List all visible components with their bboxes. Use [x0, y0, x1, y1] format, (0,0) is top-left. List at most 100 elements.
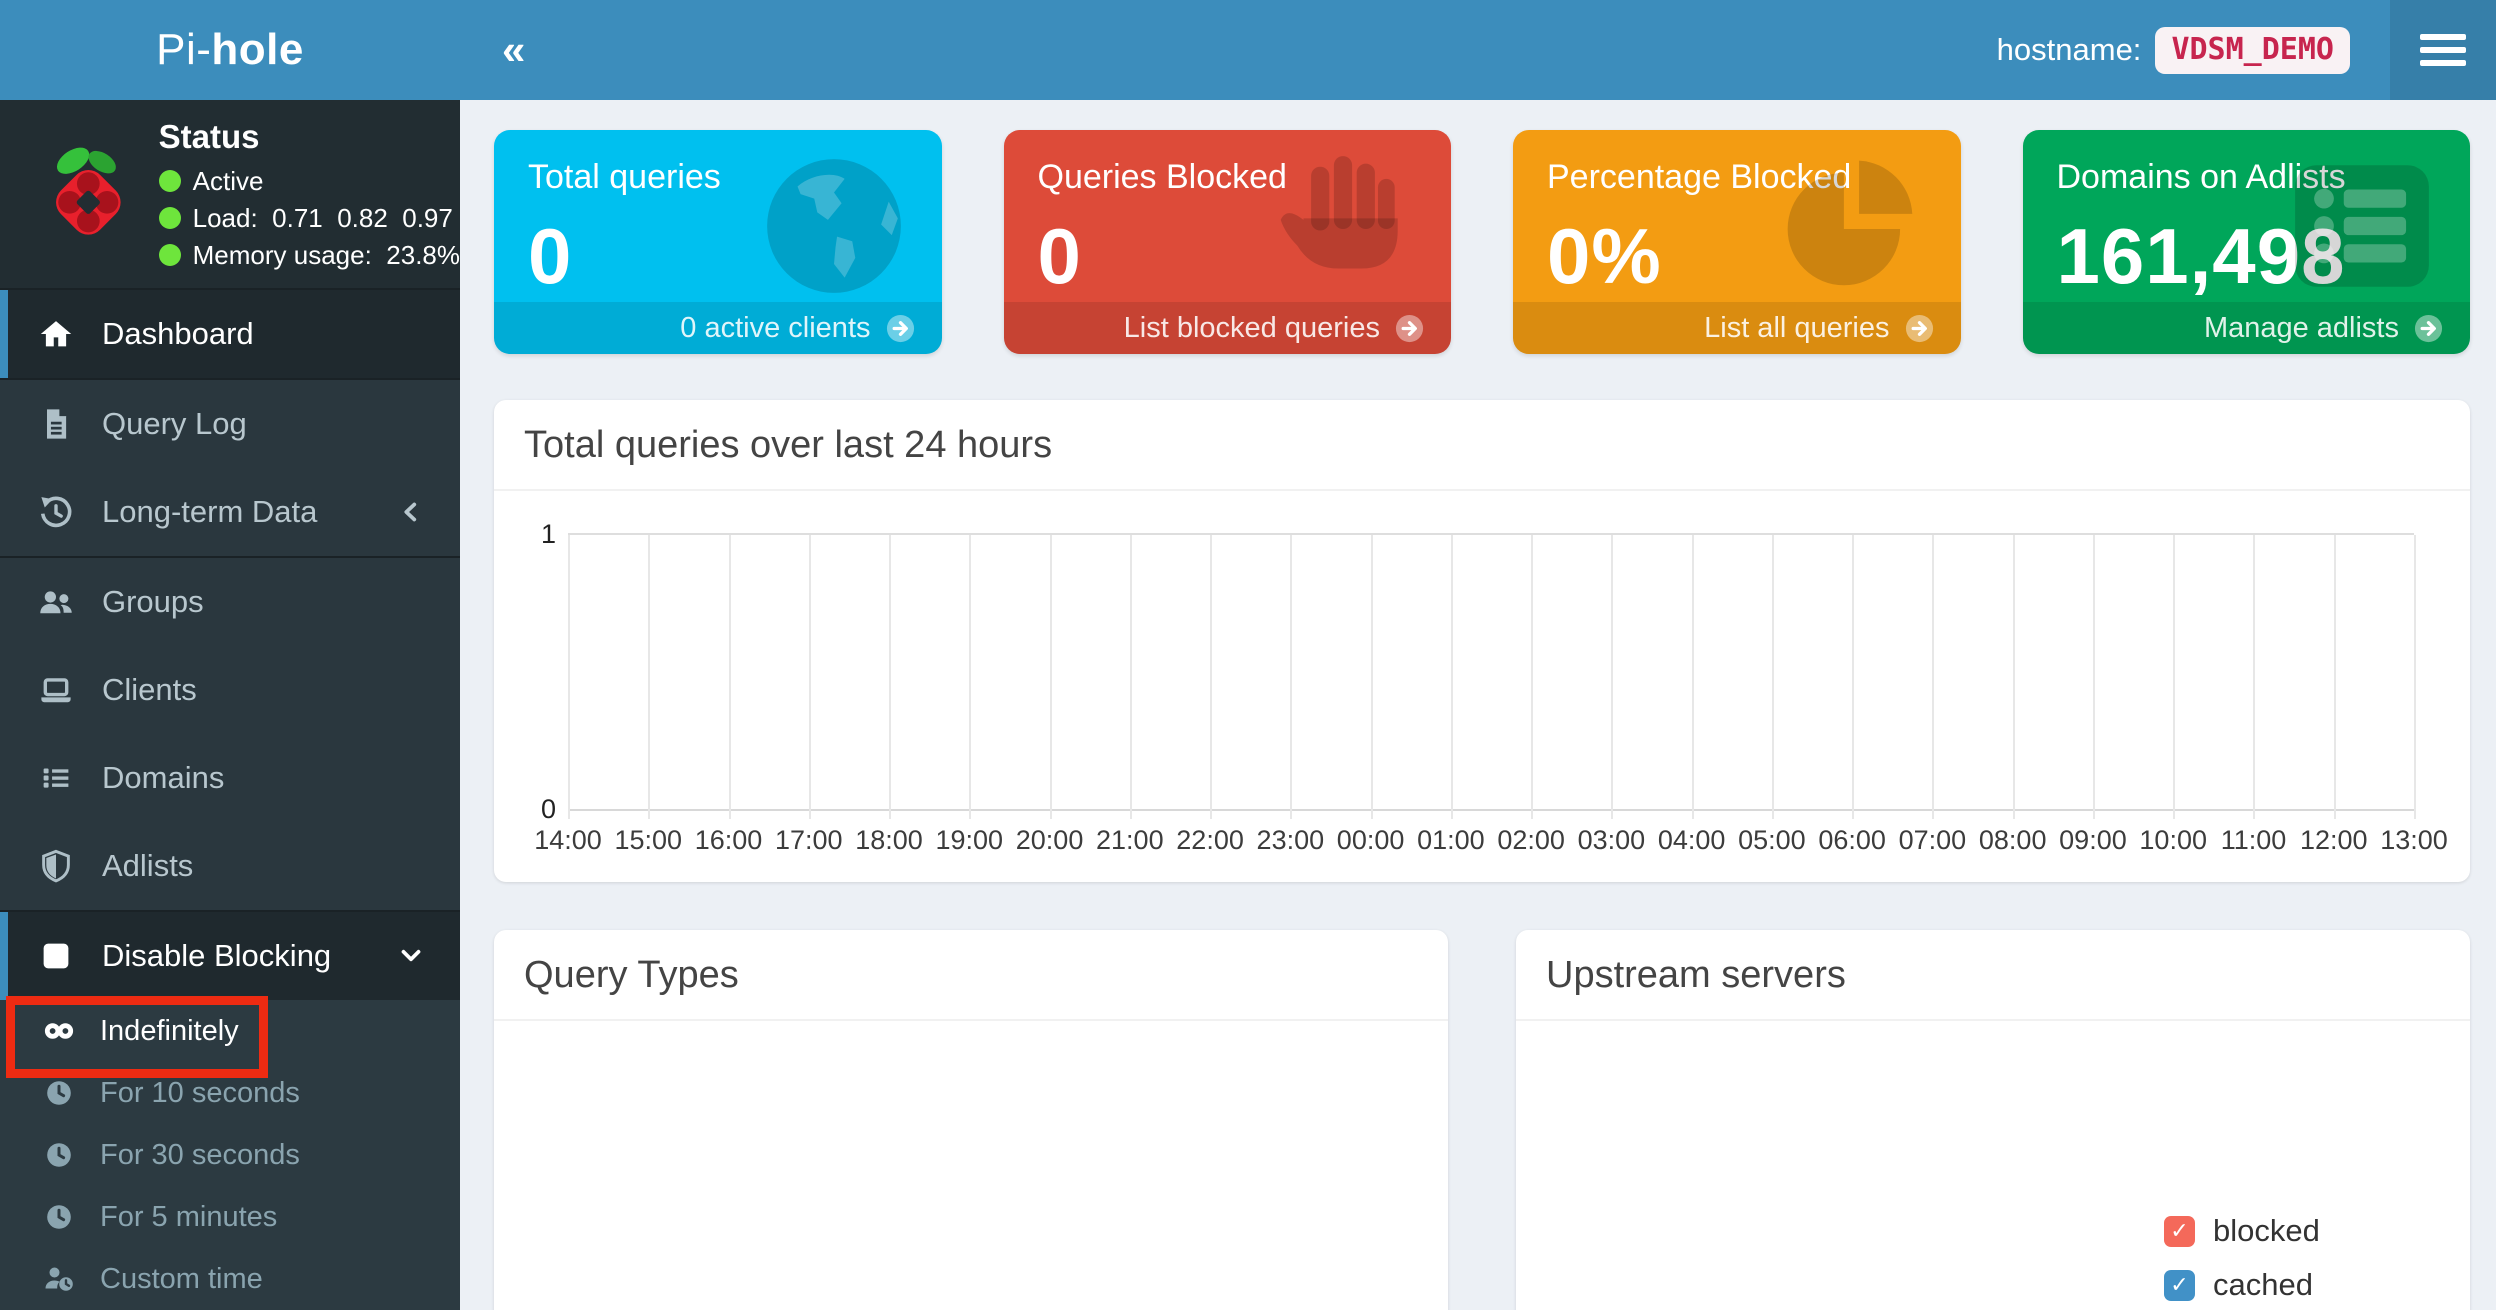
x-tick-label: 05:00 [1738, 825, 1806, 856]
stop-icon [38, 938, 76, 974]
card-footer-link[interactable]: Manage adlists [2023, 302, 2471, 354]
x-tick-label: 01:00 [1417, 825, 1485, 856]
card-percentage-blocked[interactable]: Percentage Blocked 0% List all queries [1513, 130, 1961, 354]
panel-title: Upstream servers [1516, 930, 2470, 1021]
menu-toggle-button[interactable] [2390, 0, 2496, 100]
gridline [2173, 535, 2175, 819]
x-tick-label: 15:00 [614, 825, 682, 856]
card-queries-blocked[interactable]: Queries Blocked 0 List blocked queries [1004, 130, 1452, 354]
gridline [1210, 535, 1212, 819]
sidebar-item-for-10-seconds[interactable]: For 10 seconds [0, 1062, 460, 1124]
y-tick-label: 1 [522, 519, 556, 550]
users-icon [38, 584, 76, 620]
sidebar-item-long-term-data[interactable]: Long-term Data [0, 468, 460, 556]
gridline [1050, 535, 1052, 819]
panel-title: Total queries over last 24 hours [494, 400, 2470, 491]
sidebar-item-disable-blocking[interactable]: Disable Blocking [0, 912, 460, 1000]
history-icon [38, 494, 76, 530]
x-tick-label: 20:00 [1016, 825, 1084, 856]
sidebar-item-for-5-minutes[interactable]: For 5 minutes [0, 1186, 460, 1248]
sidebar-menu: DashboardQuery LogLong-term DataGroupsCl… [0, 288, 460, 1310]
card-footer-link[interactable]: List all queries [1513, 302, 1961, 354]
list-alt-icon [2278, 150, 2446, 302]
x-tick-label: 19:00 [936, 825, 1004, 856]
x-tick-label: 00:00 [1337, 825, 1405, 856]
globe-icon [750, 150, 918, 302]
query-types-panel: Query Types [494, 930, 1448, 1310]
green-dot-icon [159, 207, 181, 229]
chart-plot-area: 14:0015:0016:0017:0018:0019:0020:0021:00… [568, 533, 2414, 811]
home-icon [38, 316, 76, 352]
hostname-label: hostname: [1997, 32, 2142, 68]
sidebar-item-clients[interactable]: Clients [0, 646, 460, 734]
user-clock-icon [42, 1263, 78, 1295]
green-dot-icon [159, 244, 181, 266]
card-total-queries[interactable]: Total queries 0 0 active clients [494, 130, 942, 354]
card-footer-link[interactable]: 0 active clients [494, 302, 942, 354]
gridline [2093, 535, 2095, 819]
x-tick-label: 11:00 [2221, 825, 2287, 856]
arrow-circle-right-icon [885, 313, 916, 344]
top-navbar: Pi-hole « hostname: VDSM_DEMO [0, 0, 2496, 100]
checkbox-checked-icon[interactable]: ✓ [2164, 1216, 2195, 1247]
chevron-left-icon [396, 497, 426, 527]
status-block: Status ActiveLoad: 0.71 0.82 0.97Memory … [0, 100, 460, 288]
shield-icon [38, 848, 76, 884]
raspberry-logo [44, 136, 133, 252]
gridline [1852, 535, 1854, 819]
sidebar-item-query-log[interactable]: Query Log [0, 380, 460, 468]
arrow-circle-right-icon [1394, 313, 1425, 344]
hamburger-icon [2420, 34, 2466, 40]
pie-chart-icon [1769, 150, 1937, 302]
legend-item-cached[interactable]: ✓cached [2164, 1267, 2320, 1303]
sidebar: Status ActiveLoad: 0.71 0.82 0.97Memory … [0, 100, 460, 1310]
status-rows: ActiveLoad: 0.71 0.82 0.97Memory usage: … [159, 166, 460, 271]
gridline [2414, 535, 2416, 819]
chevron-down-icon [396, 941, 426, 971]
gridline [809, 535, 811, 819]
bottom-panels: Query Types Upstream servers ✓blocked ✓ca… [494, 930, 2470, 1310]
laptop-icon [38, 672, 76, 708]
hand-paper-icon [1259, 150, 1427, 302]
pihole-dashboard: Pi-hole « hostname: VDSM_DEMO [0, 0, 2496, 1310]
gridline [1290, 535, 1292, 819]
infinity-icon [42, 1015, 78, 1047]
card-footer-link[interactable]: List blocked queries [1004, 302, 1452, 354]
gridline [889, 535, 891, 819]
legend-item-blocked[interactable]: ✓blocked [2164, 1213, 2320, 1249]
gridline [969, 535, 971, 819]
x-tick-label: 04:00 [1658, 825, 1726, 856]
upstream-servers-panel: Upstream servers ✓blocked ✓cached [1516, 930, 2470, 1310]
sidebar-item-groups[interactable]: Groups [0, 558, 460, 646]
y-tick-label: 0 [522, 794, 556, 825]
gridline [1692, 535, 1694, 819]
status-row-memory-usage: Memory usage: 23.8% [159, 240, 460, 271]
sidebar-item-custom-time[interactable]: Custom time [0, 1248, 460, 1310]
sidebar-section: Disable BlockingIndefinitelyFor 10 secon… [0, 912, 460, 1310]
gridline [2013, 535, 2015, 819]
card-domains-on-adlists[interactable]: Domains on Adlists 161,498 Manage adlist… [2023, 130, 2471, 354]
gridline [1371, 535, 1373, 819]
navbar-main: « hostname: VDSM_DEMO [460, 0, 2496, 100]
sidebar-item-indefinitely[interactable]: Indefinitely [0, 1000, 460, 1062]
x-tick-label: 18:00 [855, 825, 923, 856]
sidebar-collapse-icon[interactable]: « [502, 0, 525, 100]
status-text: Status ActiveLoad: 0.71 0.82 0.97Memory … [159, 118, 460, 271]
summary-cards: Total queries 0 0 active clients Queries [494, 130, 2470, 354]
x-tick-label: 13:00 [2380, 825, 2448, 856]
sidebar-item-for-30-seconds[interactable]: For 30 seconds [0, 1124, 460, 1186]
brand-logo[interactable]: Pi-hole [0, 0, 460, 100]
chart-legend: ✓blocked ✓cached [2164, 1213, 2320, 1303]
checkbox-checked-icon[interactable]: ✓ [2164, 1270, 2195, 1301]
sidebar-section: Dashboard [0, 288, 460, 380]
submenu-disable-blocking: IndefinitelyFor 10 secondsFor 30 seconds… [0, 1000, 460, 1310]
hostname-badge: VDSM_DEMO [2155, 27, 2350, 74]
sidebar-item-domains[interactable]: Domains [0, 734, 460, 822]
gridline [1531, 535, 1533, 819]
sidebar-item-adlists[interactable]: Adlists [0, 822, 460, 910]
gridline [1932, 535, 1934, 819]
x-tick-label: 14:00 [534, 825, 602, 856]
file-icon [38, 406, 76, 442]
sidebar-item-dashboard[interactable]: Dashboard [0, 290, 460, 378]
gridline [729, 535, 731, 819]
